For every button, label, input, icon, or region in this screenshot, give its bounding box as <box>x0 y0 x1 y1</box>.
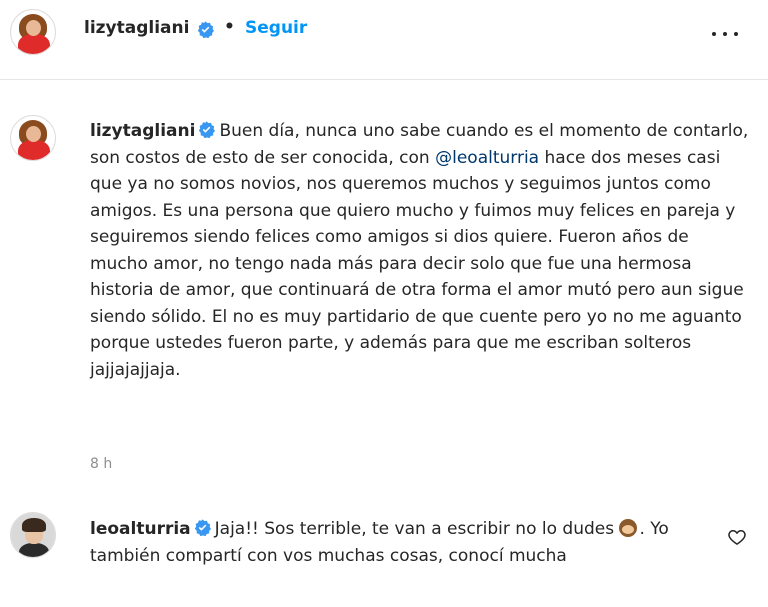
comment: leoalturria Jaja!! Sos terrible, te van … <box>90 516 710 569</box>
verified-badge-icon <box>194 519 211 536</box>
author-avatar[interactable] <box>10 9 56 55</box>
caption-avatar[interactable] <box>10 115 56 161</box>
separator-dot: • <box>224 17 235 37</box>
author-username[interactable]: lizytagliani <box>84 18 189 38</box>
comment-text-start: Jaja!! Sos terrible, te van a escribir n… <box>214 519 620 539</box>
mention-link[interactable]: @leoalturria <box>435 148 539 168</box>
verified-badge-icon <box>197 21 214 38</box>
post-caption: lizytagliani Buen día, nunca uno sabe cu… <box>90 118 750 383</box>
verified-badge-icon <box>199 121 216 138</box>
post-timestamp: 8 h <box>90 456 113 472</box>
caption-text-end: hace dos meses casi que ya no somos novi… <box>90 147 744 380</box>
follow-button[interactable]: Seguir <box>245 18 307 38</box>
commenter-avatar[interactable] <box>10 512 56 558</box>
post-header: lizytagliani • Seguir <box>0 0 768 80</box>
see-no-evil-monkey-emoji-icon <box>619 519 638 537</box>
heart-icon[interactable] <box>727 527 747 547</box>
more-options-icon[interactable] <box>712 30 738 38</box>
caption-username[interactable]: lizytagliani <box>90 121 195 141</box>
comment-username[interactable]: leoalturria <box>90 519 191 539</box>
viewport-clip <box>0 590 768 607</box>
